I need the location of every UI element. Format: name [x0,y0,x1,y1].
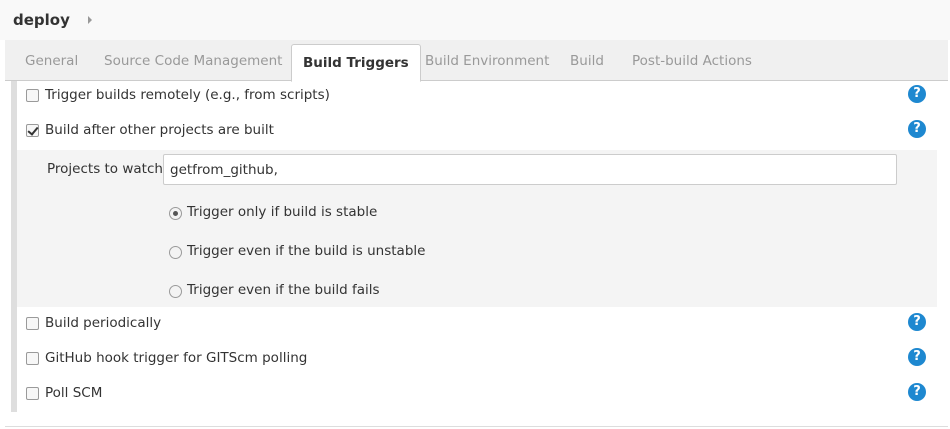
tab-build-environment[interactable]: Build Environment [425,40,549,81]
trigger-fails-label[interactable]: Trigger even if the build fails [187,282,380,298]
poll-scm-label[interactable]: Poll SCM [45,385,102,401]
build-periodically-checkbox[interactable] [26,317,39,330]
tab-source-code-management[interactable]: Source Code Management [104,40,282,81]
trigger-remote-label[interactable]: Trigger builds remotely (e.g., from scri… [45,87,330,103]
poll-scm-checkbox[interactable] [26,387,39,400]
build-after-other-options: Projects to watch Trigger only if build … [17,150,937,307]
trigger-option-unstable[interactable]: Trigger even if the build is unstable [167,240,567,264]
trigger-remote-row: Trigger builds remotely (e.g., from scri… [17,81,937,111]
build-periodically-row: Build periodically ? [17,309,937,339]
tab-post-build-actions[interactable]: Post-build Actions [632,40,752,81]
divider [5,426,948,427]
trigger-unstable-radio[interactable] [169,246,182,259]
trigger-stable-radio[interactable] [169,207,182,220]
projects-to-watch-label: Projects to watch [47,161,163,177]
trigger-stable-label[interactable]: Trigger only if build is stable [187,204,377,220]
projects-to-watch-input[interactable] [163,154,897,185]
breadcrumb-project-link[interactable]: deploy [13,11,70,29]
help-icon[interactable]: ? [908,120,926,138]
build-after-other-row: Build after other projects are built ? [17,116,937,146]
trigger-option-stable[interactable]: Trigger only if build is stable [167,201,567,225]
trigger-remote-checkbox[interactable] [26,89,39,102]
github-hook-checkbox[interactable] [26,352,39,365]
github-hook-label[interactable]: GitHub hook trigger for GITScm polling [45,350,307,366]
help-icon[interactable]: ? [908,313,926,331]
build-periodically-label[interactable]: Build periodically [45,315,161,331]
chevron-right-icon[interactable] [86,13,96,27]
tab-build-triggers[interactable]: Build Triggers [291,44,421,82]
trigger-unstable-label[interactable]: Trigger even if the build is unstable [187,243,425,259]
trigger-option-fails[interactable]: Trigger even if the build fails [167,279,567,303]
help-icon[interactable]: ? [908,348,926,366]
build-after-other-label[interactable]: Build after other projects are built [45,122,274,138]
breadcrumb: deploy [0,0,950,40]
trigger-fails-radio[interactable] [169,285,182,298]
tab-build[interactable]: Build [570,40,604,81]
poll-scm-row: Poll SCM ? [17,379,937,409]
build-after-other-checkbox[interactable] [26,124,39,137]
tab-general[interactable]: General [25,40,78,81]
github-hook-row: GitHub hook trigger for GITScm polling ? [17,344,937,374]
tab-bar: General Source Code Management Build Tri… [5,40,948,82]
help-icon[interactable]: ? [908,383,926,401]
help-icon[interactable]: ? [908,85,926,103]
